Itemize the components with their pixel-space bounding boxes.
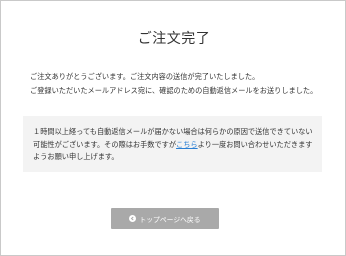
notice-box: １時間以上経っても自動返信メールが届かない場合は何らかの原因で送信できていない可… [23, 116, 322, 172]
intro-line-1: ご注文ありがとうございます。ご注文内容の送信が完了いたしました。 [30, 72, 260, 81]
back-to-top-label: トップページへ戻る [139, 215, 201, 224]
intro-line-2: ご登録いただいたメールアドレス宛に、確認のための自動返信メールをお送りしました。 [30, 85, 318, 95]
back-to-top-button[interactable]: トップページへ戻る [111, 208, 219, 229]
intro-message: ご注文ありがとうございます。ご注文内容の送信が完了いたしました。 ご登録いただい… [30, 70, 330, 97]
contact-link[interactable]: こちら [176, 140, 198, 149]
notice-text: １時間以上経っても自動返信メールが届かない場合は何らかの原因で送信できていない可… [33, 126, 318, 164]
page-frame: ご注文完了 ご注文ありがとうございます。ご注文内容の送信が完了いたしました。 ご… [0, 0, 346, 256]
arrow-left-circle-icon [129, 215, 137, 222]
page-title: ご注文完了 [137, 31, 211, 47]
